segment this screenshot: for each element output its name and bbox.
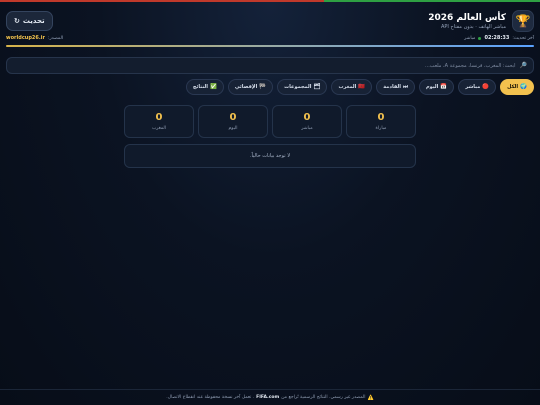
tab-label: الإقصائي bbox=[234, 84, 258, 90]
live-status: مباشر bbox=[464, 35, 476, 41]
check-icon: ✅ bbox=[209, 84, 217, 90]
calendar-icon: 📅 bbox=[440, 84, 448, 90]
tab-today[interactable]: 📅 اليوم bbox=[418, 79, 455, 95]
stat-label: اليوم bbox=[228, 126, 238, 131]
last-update-label: آخر تحديث: bbox=[512, 35, 534, 41]
stat-label: مباراة bbox=[375, 126, 387, 131]
footer: ⚠️ المصدر غير رسمي. النتائج الرسمية تُرا… bbox=[0, 389, 540, 405]
top-accent-line bbox=[0, 0, 540, 2]
stat-label: المغرب bbox=[151, 126, 167, 131]
tab-upcoming[interactable]: ⏭ القادمة bbox=[376, 79, 415, 95]
stats-cards: 0 مباراة 0 مباشر 0 اليوم 0 المغرب bbox=[124, 105, 416, 138]
meta-row: آخر تحديث: 02:28:33 مباشر المصدر: worldc… bbox=[6, 34, 534, 42]
tab-label: مباشر bbox=[465, 84, 481, 90]
search-icon: 🔎 bbox=[519, 62, 527, 69]
stat-label: مباشر bbox=[301, 126, 313, 131]
app-header: 🏆 كأس العالم 2026 مباشر الهاتف · بدون مف… bbox=[6, 8, 534, 34]
refresh-progress-bar bbox=[6, 45, 534, 47]
tab-label: اليوم bbox=[425, 84, 439, 90]
trophy-icon: 🏆 bbox=[512, 10, 534, 32]
brand-text: كأس العالم 2026 مباشر الهاتف · بدون مفتا… bbox=[428, 13, 506, 30]
next-icon: ⏭ bbox=[403, 83, 408, 90]
stat-value: 0 bbox=[155, 112, 163, 123]
tab-results[interactable]: ✅ النتائج bbox=[185, 79, 224, 95]
page-title: كأس العالم 2026 bbox=[428, 12, 506, 23]
stat-value: 0 bbox=[303, 112, 311, 123]
stat-value: 0 bbox=[229, 112, 237, 123]
filter-tabs: 🌍 الكل 🔴 مباشر 📅 اليوم ⏭ القادمة 🇲🇦 المغرب 🗂 ا… bbox=[185, 79, 534, 95]
globe-icon: 🌍 bbox=[520, 84, 527, 90]
tab-label: القادمة bbox=[383, 84, 402, 90]
footer-fifa-link[interactable]: FIFA.com bbox=[256, 395, 279, 400]
refresh-button[interactable]: تحديث ↻ bbox=[6, 11, 53, 31]
refresh-progress-fill bbox=[6, 45, 534, 47]
source-label: المصدر: bbox=[47, 35, 64, 41]
tab-knockout[interactable]: 🏁 الإقصائي bbox=[227, 79, 274, 95]
stat-value: 0 bbox=[377, 112, 385, 123]
morocco-flag-icon: 🇲🇦 bbox=[358, 84, 366, 90]
empty-state: لا توجد بيانات حالياً. bbox=[124, 144, 416, 168]
stat-today: 0 اليوم bbox=[198, 105, 268, 138]
stat-matches: 0 مباراة bbox=[346, 105, 416, 138]
source: المصدر: worldcup26.ir bbox=[6, 35, 63, 41]
live-dot-icon bbox=[478, 36, 482, 40]
tab-label: الكل bbox=[507, 84, 519, 90]
source-value[interactable]: worldcup26.ir bbox=[6, 35, 45, 41]
warning-icon: ⚠️ bbox=[367, 394, 374, 401]
groups-icon: 🗂 bbox=[313, 84, 321, 90]
search-input[interactable] bbox=[13, 62, 516, 69]
tab-label: المجموعات bbox=[284, 84, 312, 90]
tab-live[interactable]: 🔴 مباشر bbox=[458, 79, 497, 95]
tab-label: المغرب bbox=[338, 84, 357, 90]
tab-label: النتائج bbox=[192, 84, 208, 90]
stat-live: 0 مباشر bbox=[272, 105, 342, 138]
search-bar[interactable]: 🔎 bbox=[6, 57, 534, 74]
brand: 🏆 كأس العالم 2026 مباشر الهاتف · بدون مف… bbox=[428, 10, 534, 32]
checkered-flag-icon: 🏁 bbox=[259, 84, 267, 90]
tab-all[interactable]: 🌍 الكل bbox=[500, 79, 534, 95]
red-circle-icon: 🔴 bbox=[482, 84, 490, 90]
page-subtitle: مباشر الهاتف · بدون مفتاح API bbox=[441, 23, 506, 30]
footer-text-before: المصدر غير رسمي. النتائج الرسمية تُراجع … bbox=[281, 395, 366, 400]
tab-morocco[interactable]: 🇲🇦 المغرب bbox=[331, 79, 373, 95]
stat-morocco: 0 المغرب bbox=[124, 105, 194, 138]
last-update: آخر تحديث: 02:28:33 مباشر bbox=[464, 35, 534, 41]
tab-groups[interactable]: 🗂 المجموعات bbox=[277, 79, 328, 95]
footer-text-after: . تعمل آخر نسخة محفوظة عند انقطاع الاتصا… bbox=[166, 395, 255, 400]
refresh-icon: ↻ bbox=[14, 17, 20, 25]
refresh-label: تحديث bbox=[22, 17, 45, 25]
last-update-time: 02:28:33 bbox=[484, 35, 510, 41]
